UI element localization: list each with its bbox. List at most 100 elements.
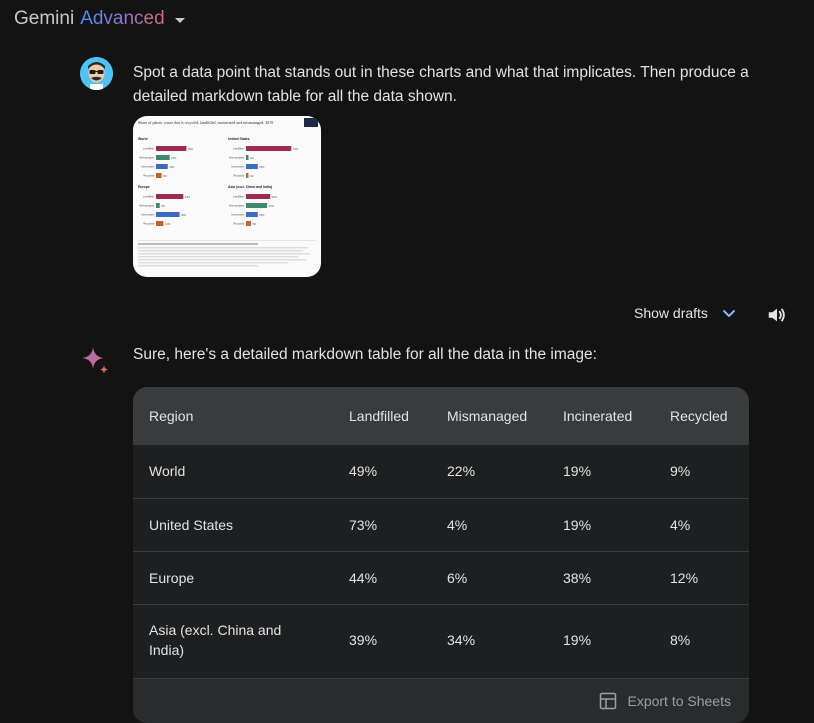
thumb-bar-value: 34% [269, 204, 275, 208]
sheets-icon [600, 692, 617, 710]
response-intro: Sure, here's a detailed markdown table f… [133, 346, 597, 363]
thumb-bar-value: 4% [250, 156, 254, 160]
thumb-bar-value: 73% [293, 147, 299, 151]
table-cell: World [149, 463, 186, 480]
attachment-title: Share of plastic waste that is recycled,… [138, 120, 273, 126]
app-header[interactable]: Gemini Advanced [14, 8, 185, 30]
thumb-bar [246, 155, 249, 160]
thumb-bar-label: Incinerated [141, 165, 154, 169]
thumb-bar [246, 173, 249, 178]
table-cell: 34% [447, 632, 476, 649]
thumb-bar-value: 4% [250, 174, 254, 178]
table-cell: Europe [149, 569, 195, 586]
thumb-bar [246, 194, 271, 199]
thumb-bar-label: Landfilled [233, 195, 245, 199]
thumb-bar-value: 19% [259, 213, 265, 217]
thumb-bar [156, 203, 160, 208]
thumb-bar-label: Recycled [143, 174, 154, 178]
table-row: Europe 44% 6% 38% 12% [133, 551, 749, 604]
export-label: Export to Sheets [627, 693, 731, 709]
table-cell: 8% [670, 632, 691, 649]
table-cell: 6% [447, 569, 468, 586]
column-header: Incinerated [563, 408, 633, 424]
thumb-bar [156, 146, 187, 151]
data-table: Region Landfilled Mismanaged Incinerated… [133, 387, 749, 676]
thumb-bar-value: 19% [169, 165, 175, 169]
table-cell: 12% [670, 569, 699, 586]
dropdown-caret-icon[interactable] [174, 18, 185, 23]
brand-tier: Advanced [80, 8, 165, 29]
thumb-bar [246, 203, 268, 208]
thumb-bar-label: Recycled [233, 222, 244, 226]
thumb-bar-label: Incinerated [231, 165, 244, 169]
thumb-bar [246, 146, 292, 151]
thumb-bar-label: Landfilled [143, 147, 155, 151]
table-header-row: Region Landfilled Mismanaged Incinerated… [133, 387, 749, 445]
user-avatar-icon [80, 57, 113, 90]
thumb-bar-label: Incinerated [231, 213, 244, 217]
thumb-bar-label: Recycled [143, 222, 154, 226]
thumb-bar [156, 194, 184, 199]
table-cell: 39% [349, 632, 378, 649]
thumb-bar [156, 155, 170, 160]
column-header: Mismanaged [447, 408, 528, 424]
chevron-down-icon [722, 310, 735, 317]
thumb-bar-value: 8% [252, 222, 256, 226]
table-row: World 49% 22% 19% 9% [133, 445, 749, 498]
table-cell: 38% [563, 569, 592, 586]
thumb-bar-label: Mismanaged [229, 156, 244, 160]
thumb-bar-value: 22% [171, 156, 177, 160]
thumb-bar-label: Landfilled [233, 147, 245, 151]
user-prompt: Spot a data point that stands out in the… [133, 64, 749, 105]
thumb-bar-value: 38% [181, 213, 187, 217]
table-cell: United States [149, 516, 234, 533]
data-table-card: Region Landfilled Mismanaged Incinerated… [133, 387, 749, 723]
table-cell: Asia (excl. China and India) [149, 622, 282, 659]
thumb-bar [156, 173, 162, 178]
speaker-icon[interactable] [766, 304, 788, 331]
attached-chart-image[interactable]: Share of plastic waste that is recycled,… [133, 116, 321, 277]
table-cell: 19% [563, 632, 592, 649]
show-drafts-button[interactable]: Show drafts [634, 305, 736, 321]
thumb-bar-value: 44% [185, 195, 191, 199]
thumb-bar-label: Mismanaged [139, 204, 154, 208]
thumb-bar [246, 221, 251, 226]
table-cell: 22% [447, 463, 476, 480]
table-cell: 44% [349, 569, 378, 586]
table-cell: 19% [563, 463, 592, 480]
table-cell: 4% [670, 516, 691, 533]
thumb-bar-value: 19% [259, 165, 265, 169]
thumb-bar-label: Landfilled [143, 195, 155, 199]
thumb-bar-value: 6% [161, 204, 165, 208]
gemini-sparkle-icon [80, 345, 110, 380]
column-header: Landfilled [349, 408, 409, 424]
thumb-bar [156, 212, 180, 217]
thumb-bar [156, 221, 164, 226]
column-header: Recycled [670, 408, 728, 424]
thumb-panel-title: Europe [138, 185, 150, 189]
table-row: Asia (excl. China and India) 39% 34% 19%… [133, 604, 749, 676]
thumb-bar [246, 164, 258, 169]
thumb-bar-value: 49% [188, 147, 194, 151]
thumb-bar-label: Mismanaged [139, 156, 154, 160]
thumb-bar [156, 164, 168, 169]
export-to-sheets-button[interactable]: Export to Sheets [133, 678, 749, 723]
thumb-bar-label: Mismanaged [229, 204, 244, 208]
table-cell: 19% [563, 516, 592, 533]
table-row: United States 73% 4% 19% 4% [133, 498, 749, 551]
thumb-panel-title: World [138, 137, 148, 141]
show-drafts-label: Show drafts [634, 305, 708, 321]
table-cell: 9% [670, 463, 691, 480]
thumb-bar-value: 12% [165, 222, 171, 226]
table-cell: 4% [447, 516, 468, 533]
thumb-bar-value: 9% [163, 174, 167, 178]
thumb-bar-label: Incinerated [141, 213, 154, 217]
column-header: Region [149, 408, 194, 424]
table-cell: 49% [349, 463, 378, 480]
thumb-bar-label: Recycled [233, 174, 244, 178]
thumb-panel-title: United States [228, 137, 250, 141]
thumb-panel-title: Asia (excl. China and India) [228, 185, 272, 189]
brand-name: Gemini [14, 8, 75, 29]
thumb-bar-value: 39% [272, 195, 278, 199]
table-cell: 73% [349, 516, 378, 533]
